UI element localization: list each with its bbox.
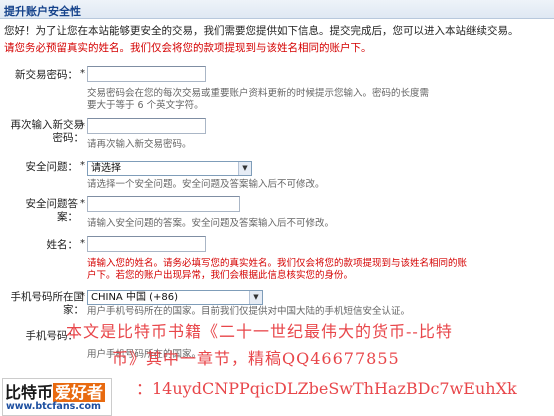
security-answer-label-line1: 安全问题答 bbox=[25, 198, 79, 210]
section-header: 提升账户安全性 bbox=[0, 0, 554, 19]
phone-country-hint: 用户手机号码所在的国家。目前我们仅提供对中国大陆的手机短信安全认证。 bbox=[87, 306, 411, 317]
phone-country-label-line1: 手机号码所在国 bbox=[10, 291, 85, 303]
warning-text: 请您务必预留真实的姓名。我们仅会将您的款项提现到与该姓名相同的账户下。 bbox=[4, 42, 372, 54]
logo-part-1: 比特币 bbox=[5, 383, 54, 402]
security-answer-label: 安全问题答 案： bbox=[4, 198, 79, 224]
confirm-password-hint: 请再次输入新交易密码。 bbox=[87, 139, 192, 150]
required-mark: * bbox=[80, 238, 85, 249]
new-password-hint-1: 交易密码会在您的每次交易或重要账户资料更新的时候提示您输入。密码的长度需 bbox=[87, 88, 430, 99]
phone-country-label-line2: 家： bbox=[63, 304, 84, 316]
logo-url: www.btcfans.com bbox=[6, 401, 101, 412]
required-mark: * bbox=[80, 160, 85, 171]
site-logo: 比特币 爱好者 www.btcfans.com bbox=[2, 378, 112, 416]
logo-part-2: 爱好者 bbox=[53, 383, 106, 402]
watermark-line-3: ：14uydCNPPqicDLZbeSwThHazBDc7wEuhXk bbox=[136, 379, 517, 398]
phone-country-label: 手机号码所在国 家： bbox=[4, 291, 85, 317]
watermark-line-1: 本文是比特币书籍《二十一世纪最伟大的货币--比特 bbox=[66, 322, 453, 341]
security-answer-hint: 请输入安全问题的答案。安全问题及答案输入后不可修改。 bbox=[87, 218, 335, 229]
security-question-selected: 请选择 bbox=[91, 163, 121, 174]
dropdown-arrow-icon[interactable]: ▼ bbox=[249, 291, 262, 304]
confirm-password-label-line1: 再次输入新交易 bbox=[10, 119, 85, 131]
security-answer-label-line2: 案： bbox=[57, 211, 78, 223]
confirm-password-label-line2: 密码： bbox=[52, 132, 85, 144]
required-mark: * bbox=[80, 291, 85, 302]
name-label: 姓名： bbox=[46, 239, 79, 251]
security-answer-input[interactable] bbox=[87, 196, 240, 212]
watermark-line-2: 币》其中一章节，精稿QQ46677855 bbox=[112, 349, 400, 368]
logo-wordmark: 比特币 爱好者 bbox=[5, 379, 106, 403]
new-password-label: 新交易密码： bbox=[15, 69, 78, 81]
name-input[interactable] bbox=[87, 236, 206, 252]
required-mark: * bbox=[80, 121, 85, 132]
section-title: 提升账户安全性 bbox=[4, 5, 81, 18]
required-mark: * bbox=[80, 198, 85, 209]
required-mark: * bbox=[80, 68, 85, 79]
name-hint-2: 户下。若您的账户出现异常，我们会根据此信息核实您的身份。 bbox=[87, 270, 354, 281]
confirm-password-input[interactable] bbox=[87, 118, 206, 134]
dropdown-arrow-icon[interactable]: ▼ bbox=[238, 162, 251, 175]
confirm-password-label: 再次输入新交易 密码： bbox=[4, 119, 85, 145]
name-hint-1: 请输入您的姓名。请务必填写您的真实姓名。我们仅会将您的款项提现到与该姓名相同的账 bbox=[87, 258, 468, 269]
new-password-hint-2: 要大于等于 6 个英文字符。 bbox=[87, 100, 204, 111]
new-password-input[interactable] bbox=[87, 66, 206, 82]
phone-country-select[interactable]: CHINA 中国 (+86) ▼ bbox=[87, 290, 263, 305]
security-question-label: 安全问题： bbox=[25, 161, 79, 173]
intro-text: 您好！为了让您在本站能够更安全的交易，我们需要您提供如下信息。提交完成后，您可以… bbox=[4, 25, 519, 37]
security-question-hint: 请选择一个安全问题。安全问题及答案输入后不可修改。 bbox=[87, 179, 325, 190]
phone-country-selected: CHINA 中国 (+86) bbox=[91, 292, 179, 303]
security-question-select[interactable]: 请选择 ▼ bbox=[87, 161, 252, 176]
